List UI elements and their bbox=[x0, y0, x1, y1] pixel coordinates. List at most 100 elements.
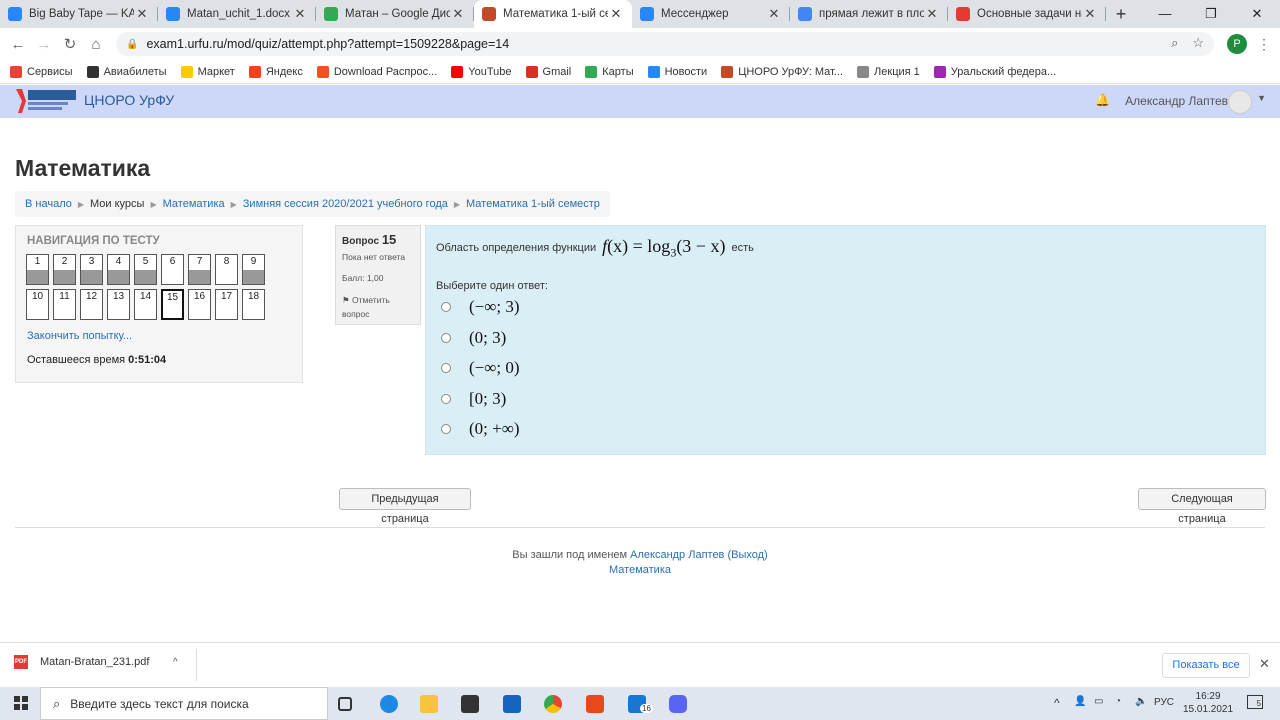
bookmark-star-icon[interactable]: ☆ bbox=[1192, 35, 1204, 51]
browser-menu-icon[interactable]: ⋮ bbox=[1257, 36, 1271, 53]
bookmark-item[interactable]: Новости bbox=[647, 65, 707, 78]
browser-tab[interactable]: Матан – Google Диск ✕ bbox=[316, 0, 474, 28]
footer-course-link[interactable]: Математика bbox=[609, 564, 671, 576]
bookmark-item[interactable]: YouTube bbox=[451, 65, 512, 78]
clock[interactable]: 16:29 15.01.2021 bbox=[1183, 690, 1233, 716]
quiz-question-button[interactable]: 15 bbox=[161, 289, 184, 320]
logout-link[interactable]: (Выход) bbox=[727, 549, 767, 561]
urfu-logo[interactable] bbox=[14, 87, 78, 115]
quiz-question-button[interactable]: 11 bbox=[53, 289, 76, 320]
bookmark-item[interactable]: Сервисы bbox=[10, 65, 73, 78]
chevron-up-icon[interactable]: ^ bbox=[173, 657, 178, 668]
breadcrumb-item[interactable]: Математика bbox=[163, 198, 225, 210]
volume-icon[interactable]: 🔈 bbox=[1135, 696, 1147, 707]
close-tab-icon[interactable]: ✕ bbox=[608, 6, 624, 22]
answer-option[interactable]: (0; 3) bbox=[441, 328, 506, 348]
taskbar-search[interactable]: ⌕ Введите здесь текст для поиска bbox=[40, 687, 328, 720]
browser-tab[interactable]: Matan_uchit_1.docx ✕ bbox=[158, 0, 316, 28]
notification-center-icon[interactable]: 5 bbox=[1247, 695, 1263, 709]
answer-option[interactable]: (−∞; 3) bbox=[441, 297, 520, 317]
close-tab-icon[interactable]: ✕ bbox=[450, 6, 466, 22]
quiz-question-button[interactable]: 9 bbox=[242, 254, 265, 285]
close-tab-icon[interactable]: ✕ bbox=[924, 6, 940, 22]
battery-icon[interactable]: ▭ bbox=[1094, 696, 1103, 707]
download-item[interactable]: PDF Matan-Bratan_231.pdf bbox=[14, 655, 149, 669]
next-page-button[interactable]: Следующая страница bbox=[1138, 488, 1266, 525]
zoom-icon[interactable]: ⌕ bbox=[1171, 35, 1178, 51]
task-view-icon[interactable] bbox=[338, 697, 352, 711]
profile-avatar[interactable]: P bbox=[1227, 34, 1247, 54]
radio-button[interactable] bbox=[441, 363, 451, 373]
quiz-question-button[interactable]: 4 bbox=[107, 254, 130, 285]
radio-button[interactable] bbox=[441, 424, 451, 434]
quiz-question-button[interactable]: 13 bbox=[107, 289, 130, 320]
user-menu-caret-icon[interactable]: ▼ bbox=[1257, 93, 1266, 103]
close-tab-icon[interactable]: ✕ bbox=[766, 6, 782, 22]
bookmark-item[interactable]: Карты bbox=[585, 65, 634, 78]
chrome-icon[interactable] bbox=[544, 695, 562, 713]
quiz-question-button[interactable]: 18 bbox=[242, 289, 265, 320]
browser-tab[interactable]: Математика 1-ый семе✕ bbox=[474, 0, 632, 28]
site-brand[interactable]: ЦНОРО УрФУ bbox=[84, 92, 174, 108]
notification-icon[interactable]: 🔔 bbox=[1095, 93, 1110, 107]
home-icon[interactable]: ⌂ bbox=[83, 36, 109, 53]
office-icon[interactable] bbox=[586, 695, 604, 713]
bookmark-item[interactable]: Авиабилеты bbox=[86, 65, 167, 78]
quiz-question-button[interactable]: 14 bbox=[134, 289, 157, 320]
browser-tab[interactable]: Мессенджер ✕ bbox=[632, 0, 790, 28]
answer-option[interactable]: [0; 3) bbox=[441, 389, 506, 409]
person-icon[interactable]: 👤 bbox=[1074, 696, 1086, 707]
browser-tab[interactable]: Big Baby Tape — KARI✕ bbox=[0, 0, 158, 28]
close-download-bar-icon[interactable]: ✕ bbox=[1259, 656, 1270, 672]
user-name[interactable]: Александр Лаптев bbox=[1125, 94, 1228, 108]
radio-button[interactable] bbox=[441, 393, 451, 404]
breadcrumb-item[interactable]: Зимняя сессия 2020/2021 учебного года bbox=[243, 198, 448, 210]
back-icon[interactable]: ← bbox=[5, 36, 31, 53]
store-icon[interactable] bbox=[461, 695, 479, 713]
quiz-question-button[interactable]: 7 bbox=[188, 254, 211, 285]
breadcrumb-item[interactable]: В начало bbox=[25, 198, 72, 210]
file-explorer-icon[interactable] bbox=[420, 695, 438, 713]
bookmark-item[interactable]: Gmail bbox=[525, 65, 571, 78]
close-tab-icon[interactable]: ✕ bbox=[134, 6, 150, 22]
language-indicator[interactable]: РУС bbox=[1154, 697, 1184, 708]
footer-user-link[interactable]: Александр Лаптев bbox=[630, 549, 724, 561]
quiz-question-button[interactable]: 8 bbox=[215, 254, 238, 285]
quiz-question-button[interactable]: 12 bbox=[80, 289, 103, 320]
browser-tab[interactable]: Основные задачи на п✕ bbox=[948, 0, 1106, 28]
show-hidden-icons-icon[interactable]: ^ bbox=[1054, 696, 1060, 710]
finish-attempt-link[interactable]: Закончить попытку... bbox=[27, 330, 132, 342]
mail-icon[interactable] bbox=[503, 695, 521, 713]
quiz-question-button[interactable]: 1 bbox=[26, 254, 49, 285]
quiz-question-button[interactable]: 16 bbox=[188, 289, 211, 320]
bookmark-item[interactable]: Уральский федера... bbox=[933, 65, 1056, 78]
browser-tab[interactable]: прямая лежит в плоск✕ bbox=[790, 0, 948, 28]
radio-button[interactable] bbox=[441, 332, 451, 343]
quiz-question-button[interactable]: 5 bbox=[134, 254, 157, 285]
close-tab-icon[interactable]: ✕ bbox=[292, 6, 308, 22]
forward-icon[interactable]: → bbox=[31, 36, 57, 53]
quiz-question-button[interactable]: 2 bbox=[53, 254, 76, 285]
discord-icon[interactable] bbox=[669, 695, 687, 713]
radio-button[interactable] bbox=[441, 302, 451, 312]
answer-option[interactable]: (0; +∞) bbox=[441, 419, 520, 439]
quiz-question-button[interactable]: 10 bbox=[26, 289, 49, 320]
bookmark-item[interactable]: Маркет bbox=[180, 65, 235, 78]
quiz-question-button[interactable]: 17 bbox=[215, 289, 238, 320]
restore-icon[interactable]: ❐ bbox=[1188, 0, 1234, 28]
minimize-icon[interactable]: — bbox=[1142, 0, 1188, 28]
bookmark-item[interactable]: ЦНОРО УрФУ: Мат... bbox=[721, 65, 843, 78]
bookmark-item[interactable]: Лекция 1 bbox=[857, 65, 920, 78]
user-avatar[interactable] bbox=[1228, 90, 1252, 114]
wifi-icon[interactable]: ◔ bbox=[1115, 696, 1121, 707]
bookmark-item[interactable]: Download Распрос... bbox=[316, 65, 437, 78]
close-tab-icon[interactable]: ✕ bbox=[1082, 6, 1098, 22]
windows-start-icon[interactable] bbox=[14, 696, 28, 710]
reload-icon[interactable]: ↻ bbox=[57, 35, 83, 53]
flag-question-link[interactable]: ⚑ Отметить вопрос bbox=[342, 293, 414, 321]
answer-option[interactable]: (−∞; 0) bbox=[441, 358, 520, 378]
breadcrumb-item[interactable]: Математика 1-ый семестр bbox=[466, 198, 600, 210]
quiz-question-button[interactable]: 3 bbox=[80, 254, 103, 285]
quiz-question-button[interactable]: 6 bbox=[161, 254, 184, 285]
address-bar[interactable]: 🔒 exam1.urfu.ru/mod/quiz/attempt.php?att… bbox=[116, 32, 1214, 56]
